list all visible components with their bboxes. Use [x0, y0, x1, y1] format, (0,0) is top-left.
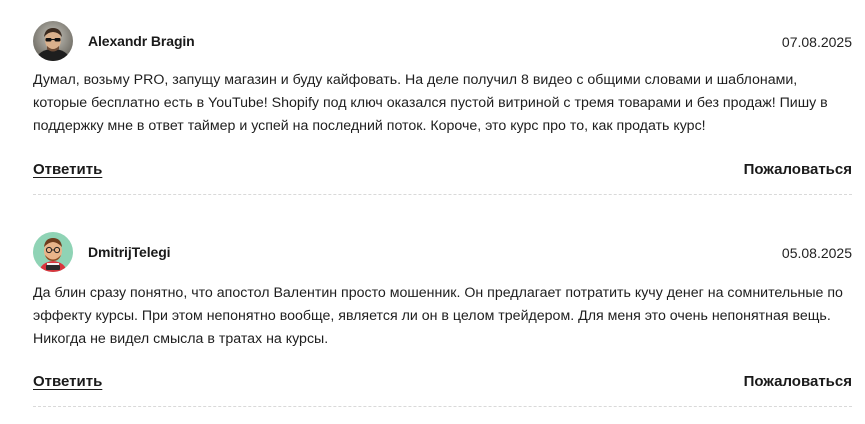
comment-item: Alexandr Bragin 07.08.2025 Думал, возьму…	[0, 0, 865, 212]
comment-divider	[33, 406, 852, 407]
avatar[interactable]	[33, 232, 73, 272]
comment-divider	[33, 194, 852, 195]
comment-item: DmitrijTelegi 05.08.2025 Да блин сразу п…	[0, 212, 865, 424]
comment-text: Думал, возьму PRO, запущу магазин и буду…	[33, 72, 828, 134]
comment-date: 07.08.2025	[781, 34, 852, 50]
report-button[interactable]: Пожаловаться	[744, 373, 852, 390]
comment-author: Alexandr Bragin	[88, 33, 195, 49]
comment-date: 05.08.2025	[781, 245, 852, 261]
comment-author: DmitrijTelegi	[88, 244, 171, 260]
reply-link[interactable]: Ответить	[33, 373, 102, 390]
report-button[interactable]: Пожаловаться	[744, 161, 852, 178]
cartoon-avatar-icon	[33, 232, 73, 272]
photo-avatar-icon	[33, 21, 73, 61]
comment-text: Да блин сразу понятно, что апостол Вален…	[33, 285, 843, 347]
avatar[interactable]	[33, 21, 73, 61]
reply-link[interactable]: Ответить	[33, 161, 102, 178]
